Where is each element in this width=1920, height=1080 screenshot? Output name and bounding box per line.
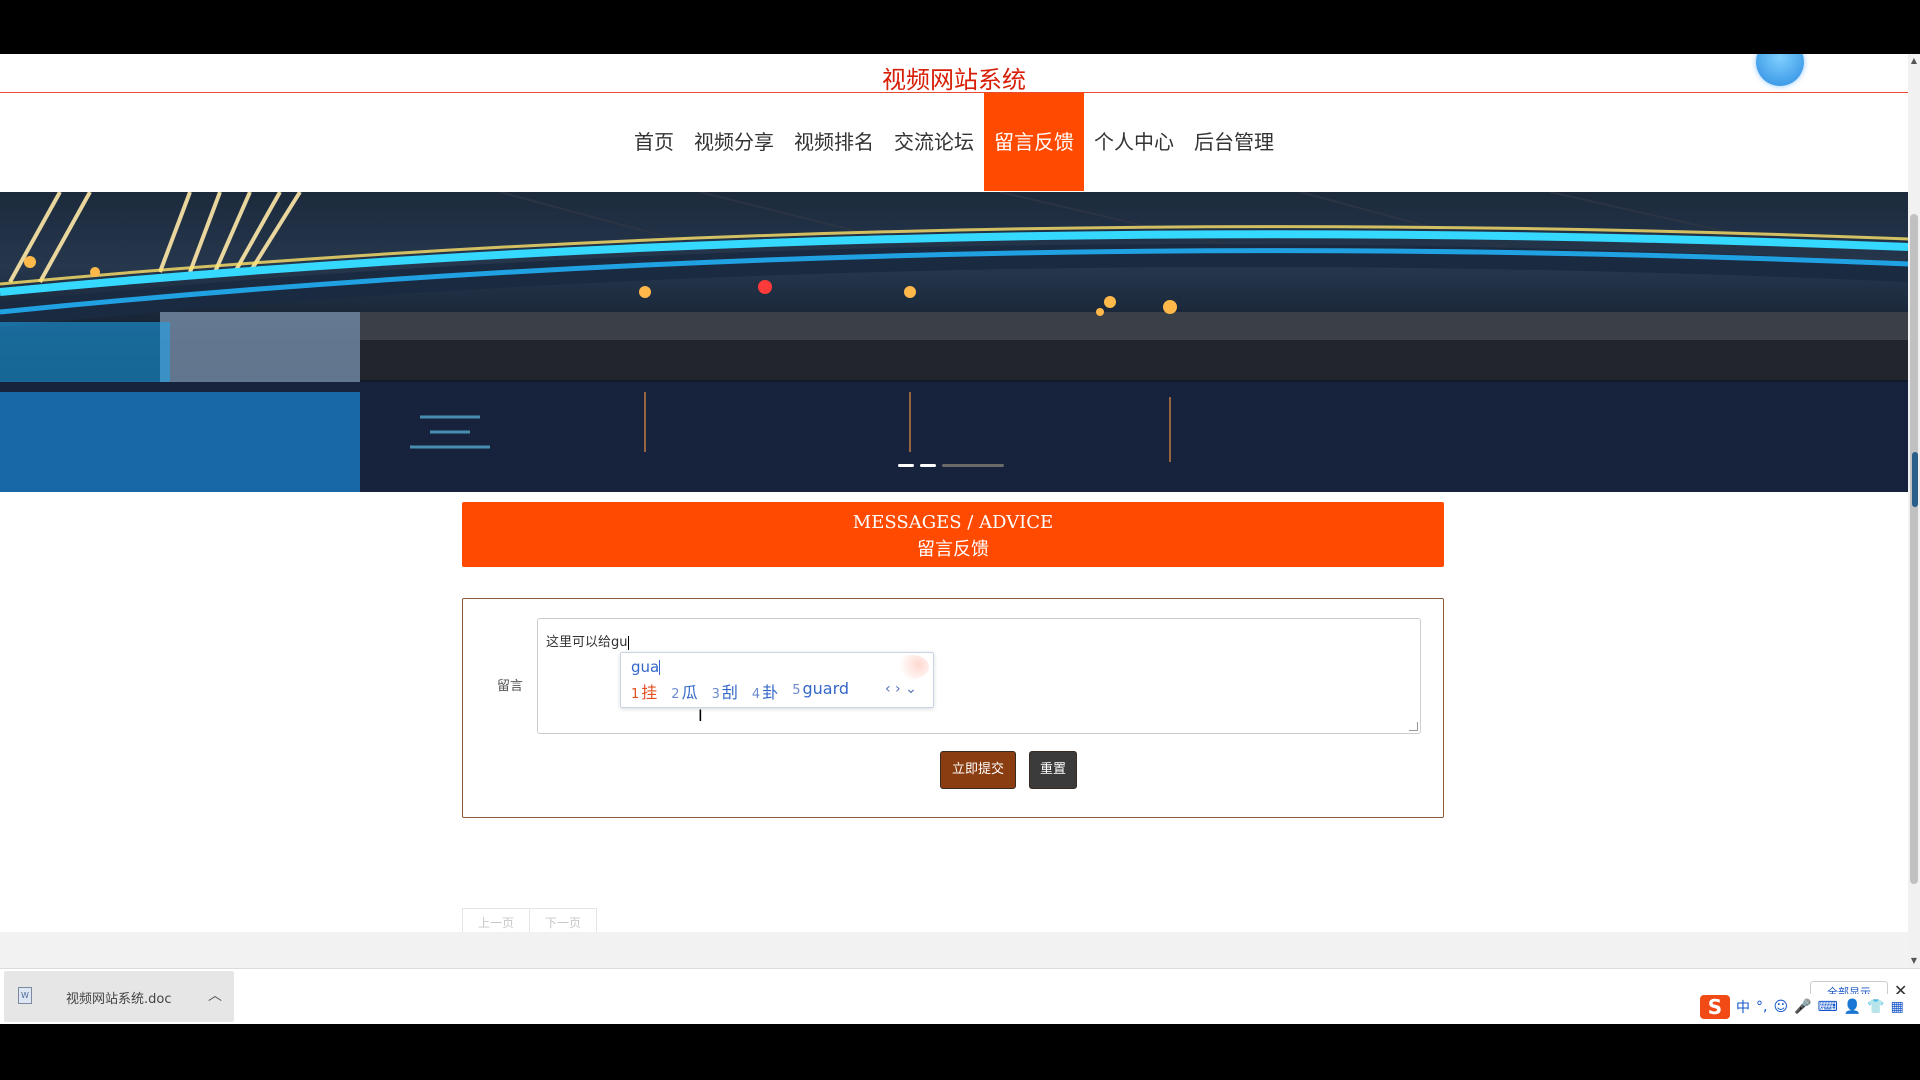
nav-item-admin[interactable]: 后台管理 xyxy=(1184,93,1284,191)
ime-candidate[interactable]: 1挂 xyxy=(631,679,657,703)
ime-page-arrows-icon[interactable]: ‹ › ⌄ xyxy=(885,681,917,697)
reset-button[interactable]: 重置 xyxy=(1029,751,1077,789)
site-title: 视频网站系统 xyxy=(882,66,1026,94)
resize-grip[interactable] xyxy=(1409,722,1418,731)
message-textarea-value: 这里可以给gu xyxy=(546,635,628,650)
submit-button[interactable]: 立即提交 xyxy=(940,751,1016,789)
main-nav: 首页 视频分享 视频排名 交流论坛 留言反馈 个人中心 后台管理 xyxy=(0,93,1908,191)
section-heading: MESSAGES / ADVICE 留言反馈 xyxy=(462,502,1444,567)
page-scrollbar[interactable]: ▲ ▼ xyxy=(1908,54,1920,968)
emoji-icon[interactable]: ☺ xyxy=(1773,999,1788,1015)
download-item[interactable]: W 视频网站系统.doc ︿ xyxy=(4,971,234,1022)
ime-candidate[interactable]: 4卦 xyxy=(752,679,778,703)
scroll-down-icon[interactable]: ▼ xyxy=(1908,954,1920,968)
nav-item-video-ranking[interactable]: 视频排名 xyxy=(784,93,884,191)
ime-candidate-popup: gua 1挂 2瓜 3刮 4卦 5 guard ‹ › ⌄ xyxy=(620,652,934,708)
punctuation-icon[interactable]: °, xyxy=(1756,999,1767,1015)
section-title-zh: 留言反馈 xyxy=(917,539,989,560)
carousel-dot[interactable] xyxy=(920,464,936,467)
ime-candidate[interactable]: 5 guard xyxy=(792,679,849,703)
section-title-en: MESSAGES / ADVICE xyxy=(852,512,1054,533)
toolbox-icon[interactable]: ▦ xyxy=(1891,999,1904,1015)
ime-composition: gua xyxy=(631,658,661,676)
carousel-dot[interactable] xyxy=(942,464,1004,467)
scroll-up-icon[interactable]: ▲ xyxy=(1908,54,1920,68)
ime-mode-toggle[interactable]: 中 xyxy=(1736,997,1750,1017)
chevron-up-icon[interactable]: ︿ xyxy=(208,985,222,1005)
document-file-icon: W xyxy=(18,987,32,1004)
skin-icon[interactable]: 👕 xyxy=(1867,999,1884,1015)
nav-item-home[interactable]: 首页 xyxy=(624,93,684,191)
message-label: 留言 xyxy=(497,679,524,694)
scroll-position-marker xyxy=(1912,452,1918,507)
avatar[interactable] xyxy=(1756,54,1804,86)
keyboard-icon[interactable]: ⌨ xyxy=(1818,999,1838,1015)
banner-carousel[interactable] xyxy=(0,192,1908,492)
download-bar: W 视频网站系统.doc ︿ 全部显示 ✕ xyxy=(0,968,1920,1025)
ime-caret xyxy=(659,660,661,675)
scrollbar-thumb[interactable] xyxy=(1910,214,1918,884)
nav-item-feedback[interactable]: 留言反馈 xyxy=(984,93,1084,191)
microphone-icon[interactable]: 🎤 xyxy=(1794,999,1811,1015)
ime-candidates: 1挂 2瓜 3刮 4卦 5 guard xyxy=(631,679,849,703)
download-file-name: 视频网站系统.doc xyxy=(66,992,172,1007)
letterbox-bottom xyxy=(0,1024,1920,1080)
user-icon[interactable]: 👤 xyxy=(1844,999,1861,1015)
ime-composition-text: gua xyxy=(631,658,660,676)
sogou-logo-icon[interactable]: S xyxy=(1700,995,1730,1019)
nav-item-personal-center[interactable]: 个人中心 xyxy=(1084,93,1184,191)
mouse-ibeam-cursor-icon: I xyxy=(698,706,703,725)
browser-viewport: 视频网站系统 首页 视频分享 视频排名 交流论坛 留言反馈 个人中心 后台管理 xyxy=(0,54,1908,968)
page-footer xyxy=(0,932,1908,968)
ime-candidate[interactable]: 3刮 xyxy=(712,679,738,703)
carousel-indicators xyxy=(898,464,1004,467)
banner-image xyxy=(0,192,1908,492)
carousel-dot[interactable] xyxy=(898,464,914,467)
feedback-form: 留言 这里可以给gu 立即提交 重置 xyxy=(462,598,1444,818)
nav-item-forum[interactable]: 交流论坛 xyxy=(884,93,984,191)
ime-candidate[interactable]: 2瓜 xyxy=(671,679,697,703)
ime-logo-icon xyxy=(895,655,929,679)
site-header: 视频网站系统 xyxy=(0,54,1908,94)
nav-item-video-share[interactable]: 视频分享 xyxy=(684,93,784,191)
ime-toolbar: S 中 °, ☺ 🎤 ⌨ 👤 👕 ▦ xyxy=(1696,994,1908,1020)
text-caret xyxy=(627,635,629,650)
letterbox-top xyxy=(0,0,1920,54)
